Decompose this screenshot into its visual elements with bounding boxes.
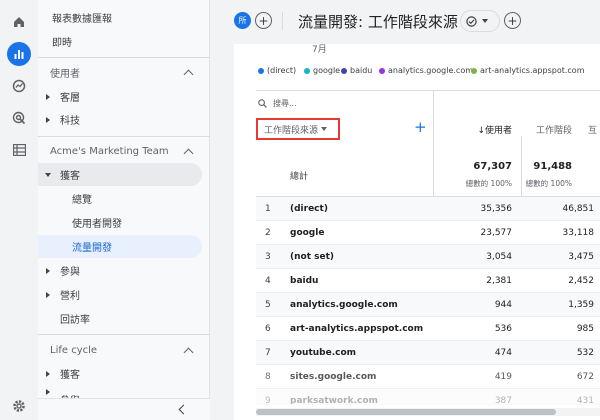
nav-section-team[interactable]: Acme's Marketing Team: [38, 140, 202, 163]
add-report-icon[interactable]: +: [504, 12, 521, 29]
list-icon[interactable]: [7, 138, 31, 162]
nav-divider: [38, 334, 210, 335]
nav-engagement[interactable]: 參與: [38, 259, 202, 282]
caret-right-icon: [46, 389, 50, 395]
chart-axis-label: 7月: [312, 45, 327, 55]
total-sessions-pct: 總數的 100%: [525, 179, 572, 188]
dropdown-arrow-icon: [321, 127, 328, 131]
nav-section-user[interactable]: 使用者: [38, 61, 202, 84]
table-row[interactable]: 6 art-analytics.appspot.com 536 985: [256, 317, 600, 341]
table-search[interactable]: 搜尋...: [258, 98, 297, 109]
legend-item[interactable]: (direct): [258, 66, 296, 75]
legend-dot: [258, 67, 264, 74]
table-row[interactable]: 7 youtube.com 474 532: [256, 341, 600, 365]
table-row[interactable]: 3 (not set) 3,054 3,475: [256, 245, 600, 269]
legend-dot: [341, 67, 347, 74]
caret-down-icon: [45, 172, 51, 177]
table-row[interactable]: 1 (direct) 35,356 46,851: [256, 197, 600, 221]
nav-reports-snapshot[interactable]: 報表數據匯報: [38, 6, 202, 29]
table-row[interactable]: 4 baidu 2,381 2,452: [256, 269, 600, 293]
legend-item[interactable]: art-analytics.appspot.com: [471, 66, 584, 75]
table-top-border: [256, 90, 600, 91]
legend-item[interactable]: google: [304, 66, 340, 75]
nav-tech[interactable]: 科技: [38, 108, 202, 131]
column-header-sessions[interactable]: 工作階段: [522, 123, 572, 136]
nav-monetization[interactable]: 營利: [38, 283, 202, 306]
scrollbar-thumb[interactable]: [256, 409, 556, 415]
page-title: 流量開發: 工作階段來源: [298, 13, 458, 31]
settings-gear-icon[interactable]: [7, 394, 31, 418]
caret-right-icon: [46, 116, 50, 123]
add-comparison-icon[interactable]: +: [255, 12, 272, 29]
legend-dot: [471, 67, 477, 74]
table-row[interactable]: 5 analytics.google.com 944 1,359: [256, 293, 600, 317]
dimension-select[interactable]: 工作階段來源: [256, 118, 340, 140]
chevron-up-icon: [183, 347, 194, 357]
explore-icon[interactable]: [7, 74, 31, 98]
caret-right-icon: [46, 93, 50, 100]
column-header-users[interactable]: ↓使用者: [434, 123, 512, 136]
caret-right-icon: [46, 267, 50, 274]
search-icon: [258, 99, 267, 108]
icon-rail: [0, 0, 38, 420]
horizontal-scrollbar[interactable]: [256, 408, 600, 416]
home-icon[interactable]: [7, 10, 31, 34]
table-row[interactable]: 9 parksatwork.com 387 431: [256, 389, 600, 405]
nav-divider: [38, 136, 210, 137]
nav-lifecycle-acquisition[interactable]: 獲客: [38, 362, 202, 385]
nav-demographics[interactable]: 客層: [38, 85, 202, 108]
caret-right-icon: [46, 291, 50, 298]
nav-acq-overview[interactable]: 總覽: [38, 187, 202, 210]
chevron-up-icon: [183, 69, 194, 79]
total-sessions: 91,488: [533, 161, 572, 172]
collapse-bar: [38, 398, 210, 420]
chevron-up-icon: [183, 148, 194, 158]
report-card: 7月 (direct) google baidu analytics.googl…: [234, 44, 600, 420]
nav-user-acquisition[interactable]: 使用者開發: [38, 211, 202, 234]
collapse-chevron-icon[interactable]: [178, 404, 189, 415]
report-header: 所 + 流量開發: 工作階段來源 +: [210, 0, 600, 44]
nav-section-lifecycle[interactable]: Life cycle: [38, 339, 202, 362]
total-users-pct: 總數的 100%: [465, 179, 512, 188]
caret-right-icon: [46, 370, 50, 377]
legend-item[interactable]: baidu: [341, 66, 372, 75]
total-users: 67,307: [473, 161, 512, 172]
check-circle-icon: [466, 15, 477, 27]
total-label: 總計: [290, 172, 309, 182]
table-row[interactable]: 2 google 23,577 33,118: [256, 221, 600, 245]
nav-acquisition[interactable]: 獲客: [38, 163, 202, 186]
comparison-avatar[interactable]: 所: [234, 12, 251, 29]
table-row[interactable]: 8 sites.google.com 419 672: [256, 365, 600, 389]
reports-icon[interactable]: [7, 42, 31, 66]
report-navigation: 報表數據匯報 即時 使用者 客層 科技 Acme's Marketing Tea…: [38, 0, 210, 420]
nav-traffic-acquisition[interactable]: 流量開發: [38, 235, 202, 258]
advertising-icon[interactable]: [7, 106, 31, 130]
nav-lifecycle-engagement[interactable]: 參與: [38, 386, 202, 398]
legend-dot: [304, 67, 310, 74]
legend-item[interactable]: analytics.google.com: [379, 66, 473, 75]
add-dimension-button[interactable]: +: [414, 120, 427, 135]
status-chip[interactable]: [460, 10, 500, 32]
dropdown-arrow-icon: [482, 19, 488, 23]
nav-realtime[interactable]: 即時: [38, 30, 202, 53]
search-input[interactable]: 搜尋...: [273, 98, 297, 109]
column-header-more[interactable]: 互: [588, 123, 597, 136]
header-divider: [282, 12, 283, 30]
legend-dot: [379, 67, 385, 74]
nav-retention[interactable]: 回訪率: [38, 307, 202, 330]
nav-divider: [38, 57, 210, 58]
